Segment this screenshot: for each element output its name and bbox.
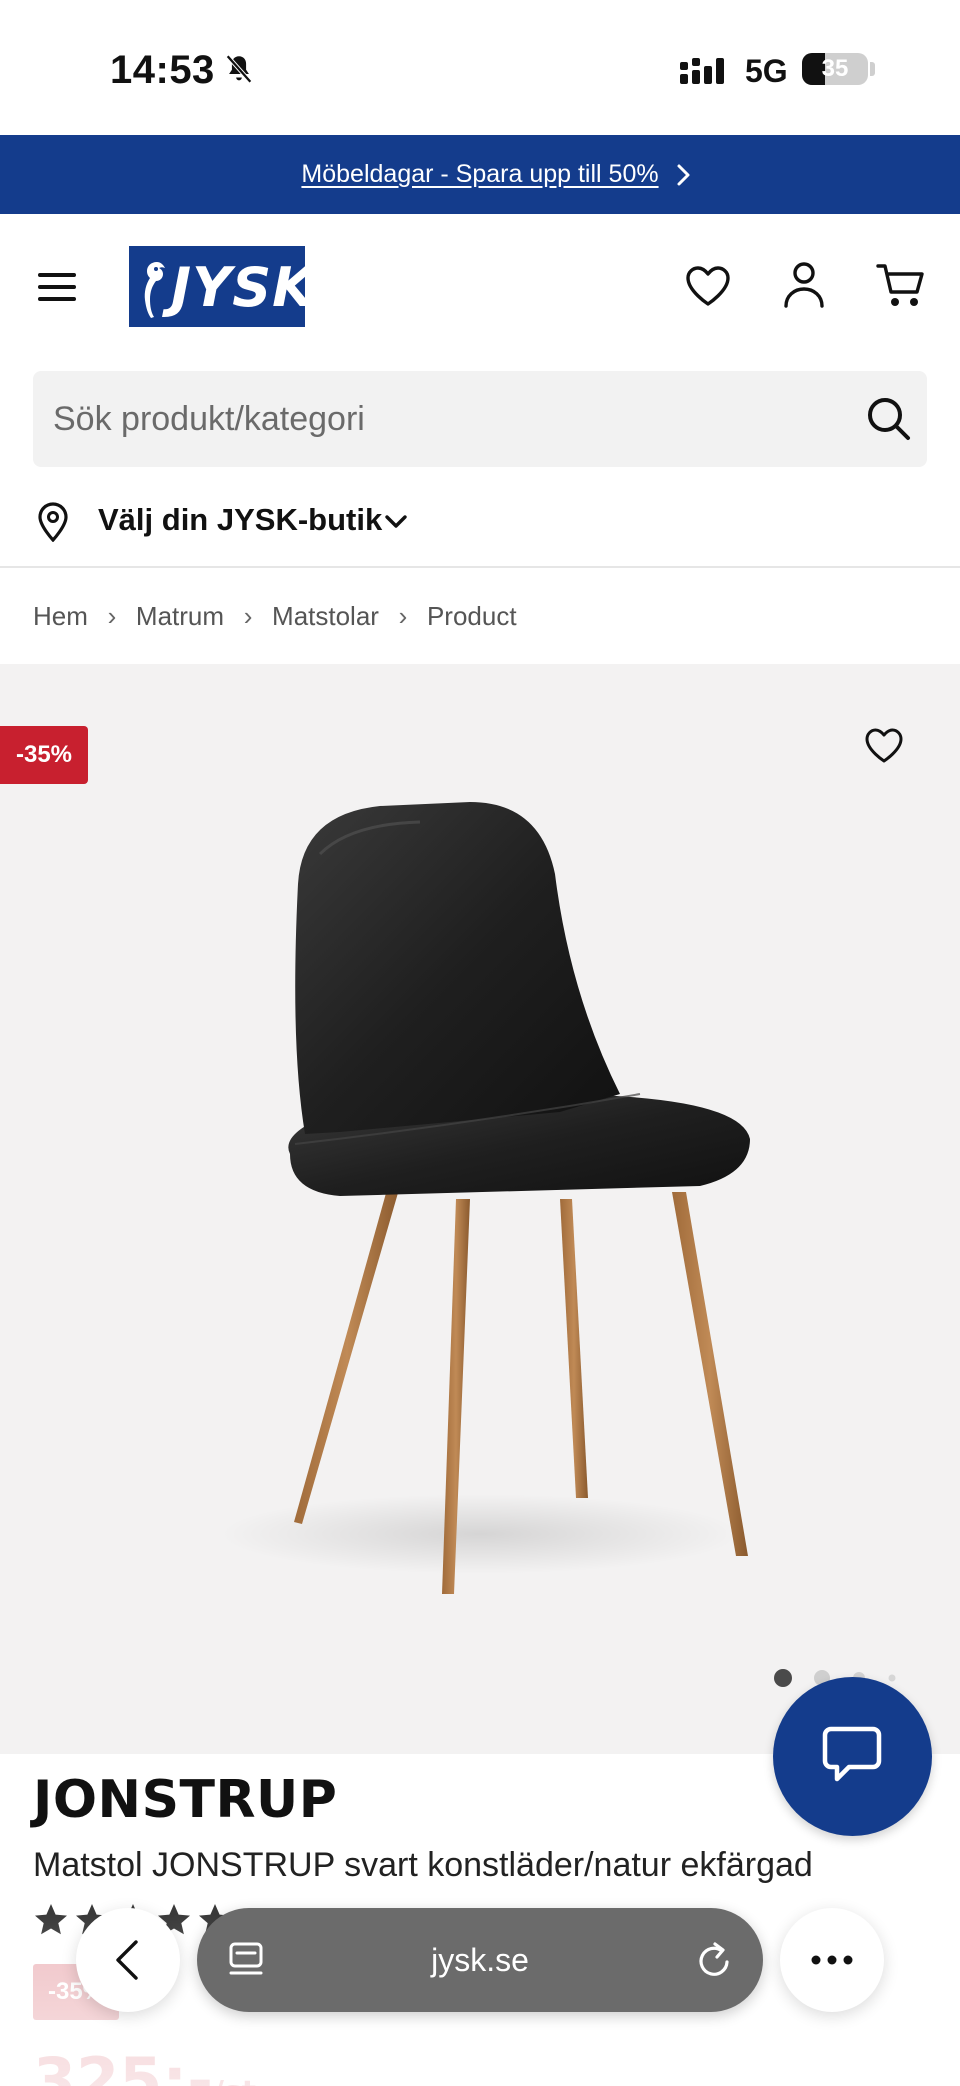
breadcrumb-chevron-icon: ›: [243, 600, 253, 631]
product-title: JONSTRUP: [33, 1770, 338, 1830]
more-dots-icon: [811, 1955, 853, 1965]
cart-icon[interactable]: [876, 262, 926, 310]
breadcrumb-item-matrum[interactable]: Matrum: [136, 601, 224, 632]
status-time: 14:53: [110, 48, 215, 92]
add-to-wishlist-heart-icon[interactable]: [864, 727, 904, 765]
breadcrumb-item-hem[interactable]: Hem: [33, 601, 88, 632]
site-header: JYSK: [0, 214, 960, 354]
chevron-down-icon: [385, 515, 407, 528]
wishlist-heart-icon[interactable]: [684, 264, 732, 308]
logo-text: JYSK: [171, 256, 315, 319]
pagination-dot[interactable]: [888, 1674, 896, 1682]
breadcrumb-item-product: Product: [426, 600, 517, 631]
reload-icon[interactable]: [695, 1938, 735, 1982]
price-unit: /st: [213, 2075, 256, 2086]
search-input[interactable]: [53, 371, 833, 467]
pagination-dot-active[interactable]: [774, 1669, 792, 1687]
battery-percent: 35: [821, 55, 849, 82]
browser-back-button[interactable]: [76, 1908, 180, 2012]
product-image-chair: [220, 802, 750, 1594]
battery-tip: [870, 62, 875, 76]
status-bar: 14:53 5G 35: [0, 0, 960, 135]
breadcrumb-item-matstolar[interactable]: Matstolar: [272, 601, 379, 632]
store-selector[interactable]: Välj din JYSK-butik: [33, 492, 633, 552]
header-divider: [0, 566, 960, 568]
breadcrumb-chevron-icon: ›: [398, 600, 408, 631]
hamburger-menu-icon[interactable]: [36, 270, 80, 304]
browser-address-text[interactable]: jysk.se: [197, 1908, 763, 2012]
bell-muted-icon: [226, 54, 252, 84]
browser-more-button[interactable]: [780, 1908, 884, 2012]
network-label: 5G: [745, 53, 788, 89]
account-icon[interactable]: [782, 260, 826, 310]
browser-address-bar[interactable]: jysk.se: [197, 1908, 763, 2012]
discount-badge: -35%: [0, 726, 88, 784]
breadcrumb-chevron-icon: ›: [107, 600, 117, 631]
chevron-right-icon: [677, 164, 690, 186]
chat-bubble-icon: [822, 1726, 882, 1782]
star-icon: [35, 1904, 67, 1935]
chevron-left-icon: [116, 1940, 138, 1980]
promo-banner[interactable]: Möbeldagar - Spara upp till 50%: [0, 135, 960, 214]
search-icon[interactable]: [865, 395, 913, 443]
search-box: [33, 371, 927, 467]
logo-bird-icon: [144, 262, 165, 318]
breadcrumb: Hem › Matrum › Matstolar › Product: [33, 596, 517, 636]
product-subtitle: Matstol JONSTRUP svart konstläder/natur …: [33, 1846, 813, 1884]
store-selector-label: Välj din JYSK-butik: [98, 502, 383, 537]
battery-icon: 35: [802, 53, 868, 85]
chat-button[interactable]: [773, 1677, 932, 1836]
signal-icon: [680, 58, 724, 84]
product-price: 325:-/st: [33, 2044, 256, 2086]
location-pin-icon: [38, 502, 68, 542]
price-value: 325:-: [33, 2044, 213, 2086]
promo-link[interactable]: Möbeldagar - Spara upp till 50%: [301, 160, 658, 189]
product-gallery[interactable]: -35%: [0, 664, 960, 1754]
jysk-logo[interactable]: JYSK: [129, 246, 314, 327]
